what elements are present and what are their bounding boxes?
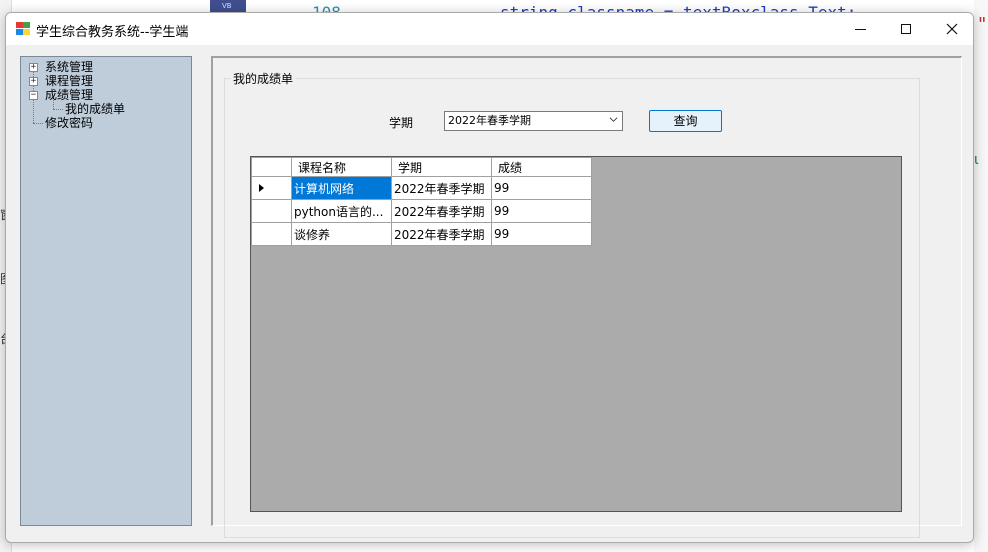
column-header-term[interactable]: 学期 xyxy=(391,157,492,177)
chevron-down-icon xyxy=(609,117,618,122)
table-row[interactable]: 计算机网络 2022年春季学期 99 xyxy=(251,176,592,200)
cell-score[interactable]: 99 xyxy=(491,222,592,246)
term-selected-value: 2022年春季学期 xyxy=(448,114,531,127)
cell-term[interactable]: 2022年春季学期 xyxy=(391,222,492,246)
maximize-button[interactable] xyxy=(883,13,929,45)
close-button[interactable] xyxy=(929,13,973,45)
cell-course[interactable]: 谈修养 xyxy=(291,222,392,246)
collapse-icon[interactable]: − xyxy=(29,91,38,100)
cell-term[interactable]: 2022年春季学期 xyxy=(391,176,492,200)
cell-course[interactable]: python语言的... xyxy=(291,199,392,223)
maximize-icon xyxy=(901,24,911,34)
grid-corner xyxy=(251,157,292,177)
window-title: 学生综合教务系统--学生端 xyxy=(36,25,189,40)
query-button[interactable]: 查询 xyxy=(649,110,722,132)
grades-grid[interactable]: 课程名称 学期 成绩 计算机网络 2022年春季学期 99 python语言的. xyxy=(250,156,902,512)
title-bar: 学生综合教务系统--学生端 xyxy=(6,13,973,45)
row-header[interactable] xyxy=(251,176,292,200)
column-header-score[interactable]: 成绩 xyxy=(491,157,592,177)
term-label: 学期 xyxy=(389,116,414,130)
minimize-icon xyxy=(854,28,866,30)
column-header-course[interactable]: 课程名称 xyxy=(291,157,392,177)
grades-table: 课程名称 学期 成绩 计算机网络 2022年春季学期 99 python语言的. xyxy=(251,157,592,246)
content-panel: 我的成绩单 学期 2022年春季学期 查询 课程名称 学期 成绩 计算机网络 2… xyxy=(211,56,962,538)
table-row[interactable]: 谈修养 2022年春季学期 99 xyxy=(251,222,592,246)
minimize-button[interactable] xyxy=(837,13,883,45)
current-row-arrow-icon xyxy=(259,184,264,192)
tree-item-my-transcript[interactable]: 我的成绩单 xyxy=(65,102,125,116)
expand-icon[interactable]: + xyxy=(29,63,38,72)
app-window: 学生综合教务系统--学生端 + 系统管理 + 课程管理 − 成绩管理 我的成绩单… xyxy=(5,12,974,543)
nav-tree[interactable]: + 系统管理 + 课程管理 − 成绩管理 我的成绩单 修改密码 xyxy=(20,56,192,526)
row-header[interactable] xyxy=(251,222,292,246)
tree-item-system[interactable]: 系统管理 xyxy=(45,60,93,74)
close-icon xyxy=(946,23,958,35)
cell-score[interactable]: 99 xyxy=(491,199,592,223)
tree-item-grades[interactable]: 成绩管理 xyxy=(45,88,93,102)
expand-icon[interactable]: + xyxy=(29,77,38,86)
ide-right-strip: " ι xyxy=(974,0,988,552)
tree-connector xyxy=(33,123,43,124)
term-dropdown[interactable]: 2022年春季学期 xyxy=(444,111,623,131)
cell-score[interactable]: 99 xyxy=(491,176,592,200)
app-icon xyxy=(16,22,30,35)
tree-connector xyxy=(53,109,63,110)
grid-header-row: 课程名称 学期 成绩 xyxy=(251,157,592,177)
ide-mark: " xyxy=(978,14,987,35)
row-header[interactable] xyxy=(251,199,292,223)
groupbox-title: 我的成绩单 xyxy=(230,70,297,87)
table-row[interactable]: python语言的... 2022年春季学期 99 xyxy=(251,199,592,223)
ide-glyph: ι xyxy=(974,152,979,168)
cell-course[interactable]: 计算机网络 xyxy=(291,176,392,200)
tree-item-courses[interactable]: 课程管理 xyxy=(45,74,93,88)
cell-term[interactable]: 2022年春季学期 xyxy=(391,199,492,223)
tree-item-change-password[interactable]: 修改密码 xyxy=(45,116,93,130)
